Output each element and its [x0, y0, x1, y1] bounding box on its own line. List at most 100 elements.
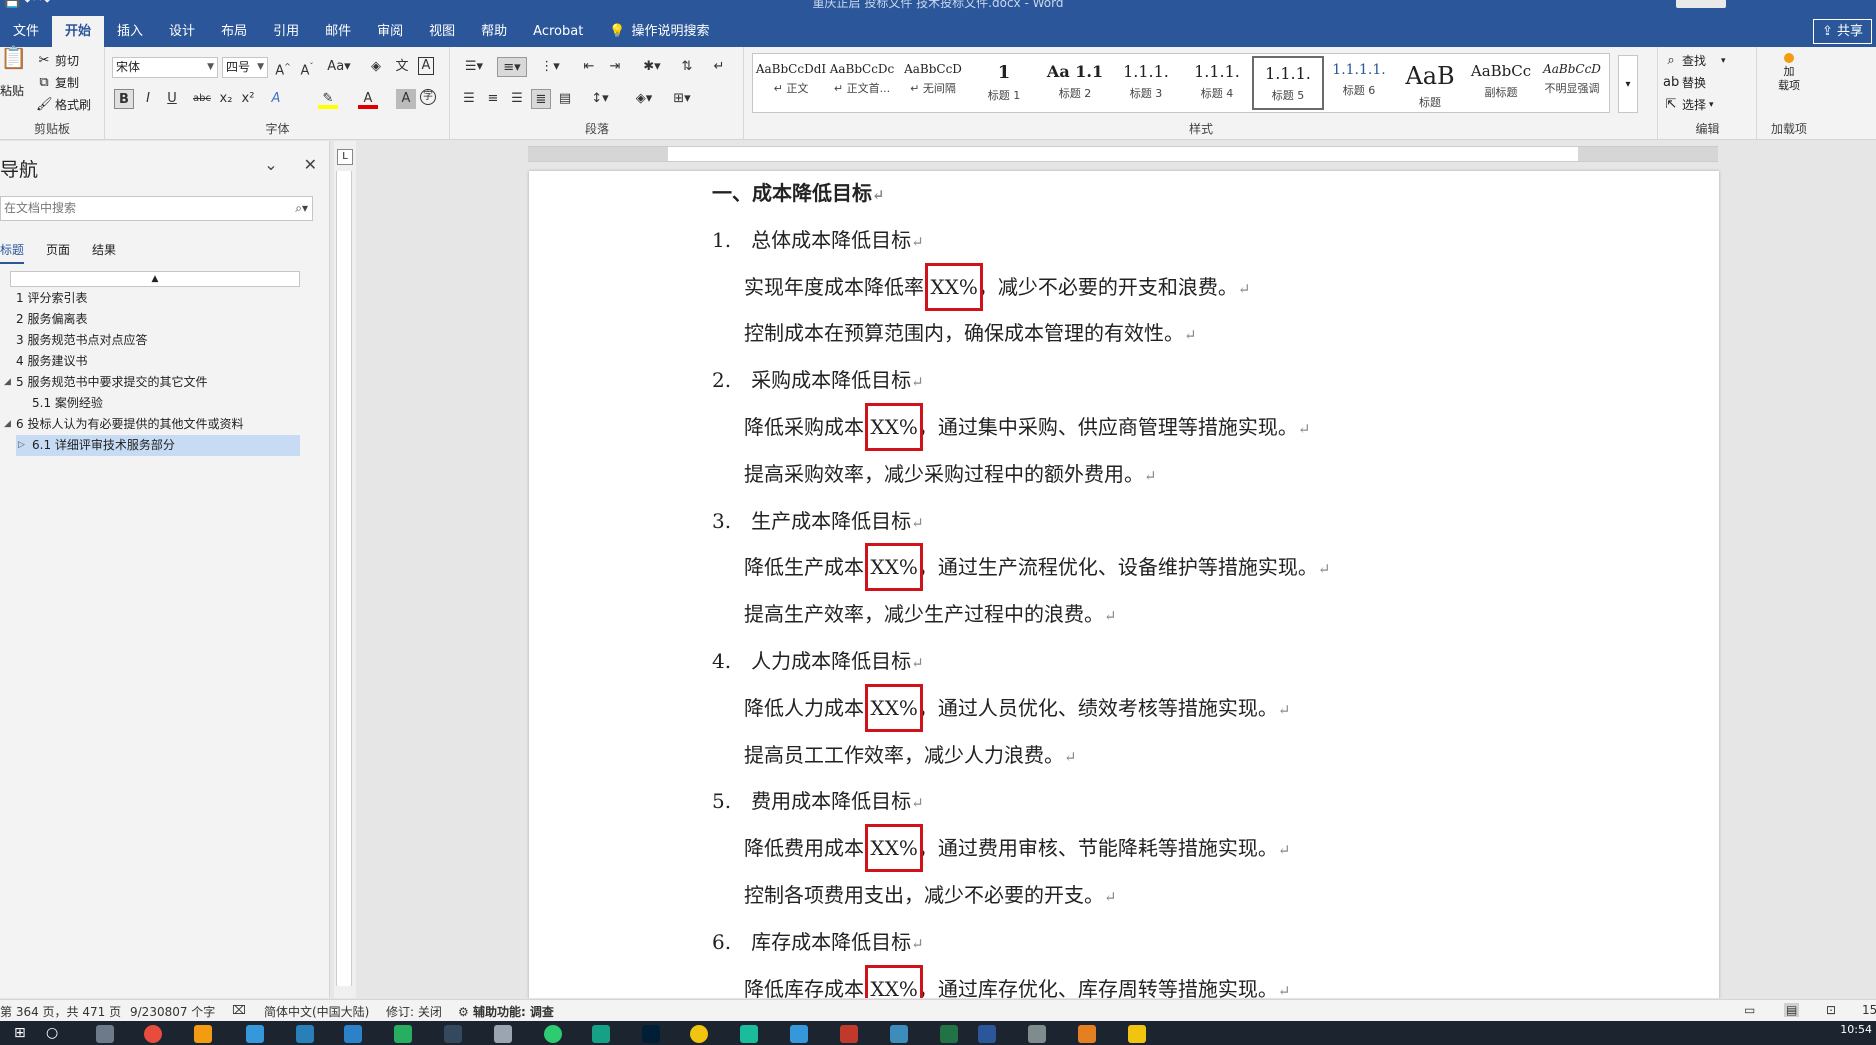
start-icon[interactable]: ⊞ [14, 1025, 32, 1043]
copy-button[interactable]: ⧉ 复制 [36, 74, 79, 91]
doc-paragraph[interactable]: 控制各项费用支出，减少不必要的开支。↵ [744, 879, 1117, 908]
doc-paragraph[interactable]: 提高采购效率，减少采购过程中的额外费用。↵ [744, 458, 1157, 487]
phonetic-guide-icon[interactable]: 文 [392, 57, 412, 77]
chinese-layout-icon[interactable]: ✱▾ [637, 57, 667, 77]
style-item[interactable]: 1.1.1.1. 标题 6 [1323, 56, 1395, 110]
format-painter-button[interactable]: 🖌 格式刷 [36, 96, 91, 113]
tab-1[interactable]: 开始 [52, 16, 105, 47]
collapse-icon[interactable]: ◢ [4, 372, 11, 393]
increase-indent-icon[interactable]: ⇥ [605, 57, 625, 77]
wechat-icon[interactable] [544, 1025, 562, 1043]
app-icon[interactable] [494, 1025, 512, 1043]
font-size-select[interactable]: 四号 ▼ [222, 57, 268, 78]
track-changes[interactable]: 修订: 关闭 [386, 1003, 442, 1020]
multilevel-list-icon[interactable]: ⋮▾ [535, 57, 565, 77]
tab-5[interactable]: 引用 [260, 16, 312, 47]
cut-button[interactable]: ✂ 剪切 [36, 52, 79, 69]
app-icon[interactable] [1078, 1025, 1096, 1043]
enclose-char-icon[interactable]: 字 [420, 89, 436, 105]
style-item[interactable]: AaBbCc 副标题 [1465, 56, 1537, 110]
change-case-icon[interactable]: Aa▾ [325, 57, 353, 77]
doc-paragraph[interactable]: 降低人力成本 XX%，通过人员优化、绩效考核等措施实现。↵ [744, 692, 1290, 721]
nav-search-input[interactable]: 在文档中搜索 ⌕▾ [0, 196, 313, 221]
tab-6[interactable]: 邮件 [312, 16, 364, 47]
align-center-icon[interactable]: ≡ [483, 89, 503, 109]
print-layout-icon[interactable]: ▤ [1784, 1003, 1800, 1017]
horizontal-ruler[interactable] [528, 146, 1718, 162]
nav-heading-item[interactable]: ◢ 5 服务规范书中要求提交的其它文件 [0, 372, 310, 393]
text-effects-icon[interactable]: A [266, 89, 286, 109]
acrobat-icon[interactable] [840, 1025, 858, 1043]
doc-list-heading[interactable]: 4. 人力成本降低目标↵ [712, 645, 924, 674]
style-item[interactable]: 1 标题 1 [968, 56, 1040, 110]
excel-icon[interactable] [940, 1025, 958, 1043]
addins-button[interactable]: 加 载项 [1768, 53, 1810, 93]
nav-heading-item[interactable]: 1 评分索引表 [0, 288, 310, 309]
doc-list-heading[interactable]: 6. 库存成本降低目标↵ [712, 926, 924, 955]
collapse-all-button[interactable]: ▲ [10, 271, 300, 287]
web-layout-icon[interactable]: ⊡ [1826, 1003, 1836, 1017]
find-button[interactable]: ⌕ 查找 ▾ [1663, 52, 1725, 69]
nav-heading-item[interactable]: 2 服务偏离表 [0, 309, 310, 330]
tab-7[interactable]: 审阅 [364, 16, 416, 47]
doc-list-heading[interactable]: 2. 采购成本降低目标↵ [712, 364, 924, 393]
tell-me-search[interactable]: 💡 操作说明搜索 [596, 16, 722, 47]
doc-paragraph[interactable]: 降低生产成本 XX%，通过生产流程优化、设备维护等措施实现。↵ [744, 551, 1330, 580]
style-item[interactable]: 1.1.1. 标题 5 [1252, 56, 1324, 110]
doc-heading[interactable]: 一、成本降低目标↵ [712, 177, 885, 206]
nav-heading-item[interactable]: ◢ 6 投标人认为有必要提供的其他文件或资料 [0, 414, 310, 435]
style-item[interactable]: AaBbCcD 不明显强调 [1536, 56, 1608, 110]
nav-tab-results[interactable]: 结果 [92, 241, 116, 264]
tab-0[interactable]: 文件 [0, 16, 52, 47]
login-button[interactable] [1676, 0, 1726, 8]
style-item[interactable]: Aa 1.1 标题 2 [1039, 56, 1111, 110]
align-left-icon[interactable]: ☰ [459, 89, 479, 109]
paste-button[interactable]: 📋 粘贴 [0, 48, 27, 99]
borders-icon[interactable]: ⊞▾ [667, 89, 697, 109]
bold-button[interactable]: B [114, 89, 134, 109]
doc-paragraph[interactable]: 降低费用成本 XX%，通过费用审核、节能降耗等措施实现。↵ [744, 832, 1290, 861]
style-item[interactable]: 1.1.1. 标题 4 [1181, 56, 1253, 110]
proofing-icon[interactable]: ⌧ [232, 1003, 246, 1017]
style-item[interactable]: AaBbCcDc ↵ 正文首... [826, 56, 898, 110]
document-page[interactable]: 一、成本降低目标↵ 1. 总体成本降低目标↵ 实现年度成本降低率 XX%，减少不必要… [529, 171, 1719, 998]
share-button[interactable]: ⇪ 共享 [1812, 19, 1872, 44]
collapse-icon[interactable]: ◢ [4, 414, 11, 435]
calculator-icon[interactable] [96, 1025, 114, 1043]
style-item[interactable]: AaB 标题 [1394, 56, 1466, 110]
tab-9[interactable]: 帮助 [468, 16, 520, 47]
app-icon[interactable] [296, 1025, 314, 1043]
app-icon[interactable] [344, 1025, 362, 1043]
tab-8[interactable]: 视图 [416, 16, 468, 47]
nav-heading-item[interactable]: 3 服务规范书点对点应答 [0, 330, 310, 351]
word-count[interactable]: 9/230807 个字 [130, 1003, 215, 1020]
numbering-icon[interactable]: ≡▾ [497, 57, 527, 77]
edge-icon[interactable] [790, 1025, 808, 1043]
tab-10[interactable]: Acrobat [520, 16, 596, 47]
shrink-font-icon[interactable]: Aˇ [297, 57, 317, 78]
app-icon[interactable] [592, 1025, 610, 1043]
doc-paragraph[interactable]: 降低库存成本 XX%，通过库存优化、库存周转等措施实现。↵ [744, 973, 1290, 998]
char-border-icon[interactable]: A [418, 57, 434, 75]
doc-list-heading[interactable]: 1. 总体成本降低目标↵ [712, 224, 924, 253]
nav-tab-headings[interactable]: 标题 [0, 241, 25, 264]
doc-list-heading[interactable]: 3. 生产成本降低目标↵ [712, 505, 924, 534]
style-item[interactable]: 1.1.1. 标题 3 [1110, 56, 1182, 110]
app-icon[interactable] [394, 1025, 412, 1043]
nav-heading-item[interactable]: ▷ 6.1 详细评审技术服务部分 [16, 435, 300, 456]
distributed-icon[interactable]: ▤ [555, 89, 575, 109]
accessibility[interactable]: ⚙ 辅助功能: 调查 [458, 1003, 554, 1020]
tab-selector[interactable]: L [337, 149, 353, 165]
strikethrough-button[interactable]: abc [190, 89, 214, 109]
shading-icon[interactable]: ◈▾ [629, 89, 659, 109]
replace-button[interactable]: ab 替换 [1663, 74, 1706, 91]
style-item[interactable]: AaBbCcDdI ↵ 正文 [755, 56, 827, 110]
app-icon[interactable] [740, 1025, 758, 1043]
app-icon[interactable] [890, 1025, 908, 1043]
line-spacing-icon[interactable]: ↕▾ [585, 89, 615, 109]
grow-font-icon[interactable]: A^ [273, 57, 293, 78]
qq-icon[interactable] [690, 1025, 708, 1043]
underline-button[interactable]: U [162, 89, 182, 109]
doc-list-heading[interactable]: 5. 费用成本降低目标↵ [712, 785, 924, 814]
justify-icon[interactable]: ≣ [531, 89, 551, 109]
